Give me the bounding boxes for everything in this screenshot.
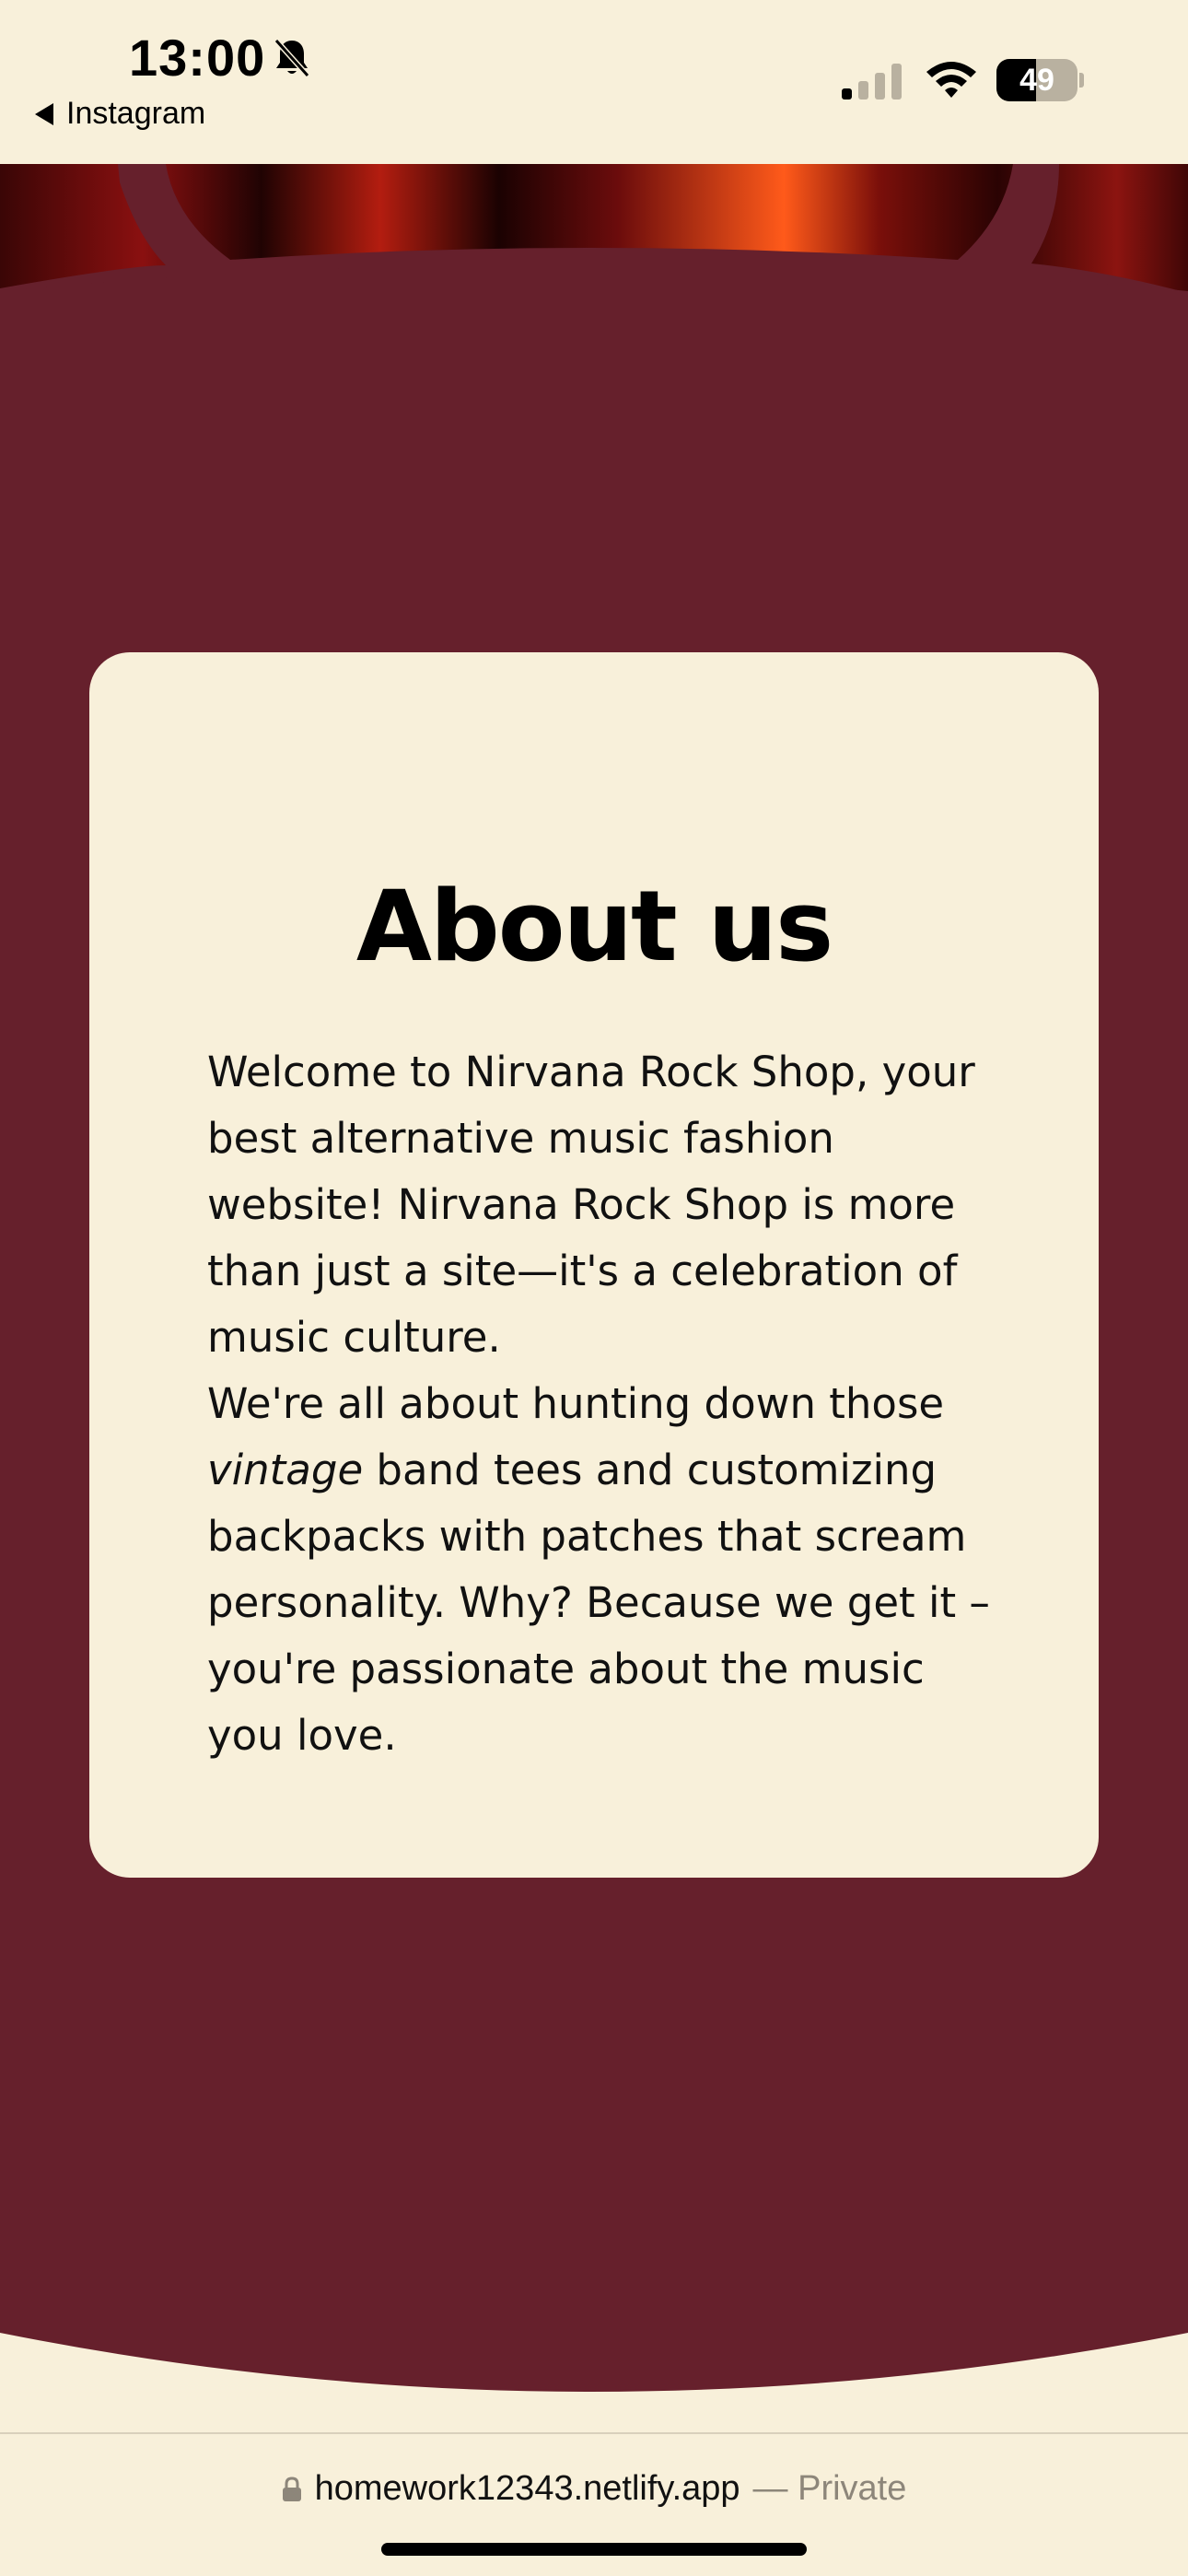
home-indicator[interactable] xyxy=(381,2543,807,2556)
wifi-icon xyxy=(926,62,976,98)
battery-indicator: 49 xyxy=(996,59,1084,101)
about-card: About us Welcome to Nirvana Rock Shop, y… xyxy=(89,652,1099,1878)
lock-icon xyxy=(282,2476,301,2501)
battery-level: 49 xyxy=(1019,63,1054,98)
url-row[interactable]: homework12343.netlify.app — Private xyxy=(0,2469,1188,2509)
back-link-label: Instagram xyxy=(66,96,206,131)
bell-slash-icon xyxy=(274,38,310,78)
browser-url-bar[interactable]: homework12343.netlify.app — Private xyxy=(0,2432,1188,2576)
url-private-label: — Private xyxy=(752,2469,907,2508)
back-arrow-icon xyxy=(35,102,53,125)
about-title: About us xyxy=(355,870,833,983)
status-time: 13:00 xyxy=(129,29,266,87)
about-body: Welcome to Nirvana Rock Shop, your best … xyxy=(207,1039,999,1769)
about-paragraph-1: Welcome to Nirvana Rock Shop, your best … xyxy=(207,1048,975,1362)
about-vintage-emphasis: vintage xyxy=(207,1446,364,1494)
signal-icon xyxy=(842,64,902,100)
about-paragraph-2: We're all about hunting down those vinta… xyxy=(207,1371,999,1769)
about-paragraph-2-start: We're all about hunting down those xyxy=(207,1379,945,1428)
back-to-instagram-link[interactable]: Instagram xyxy=(33,96,205,132)
url-domain: homework12343.netlify.app xyxy=(314,2469,740,2508)
status-bar: 13:00 Instagram 49 xyxy=(0,0,1188,164)
